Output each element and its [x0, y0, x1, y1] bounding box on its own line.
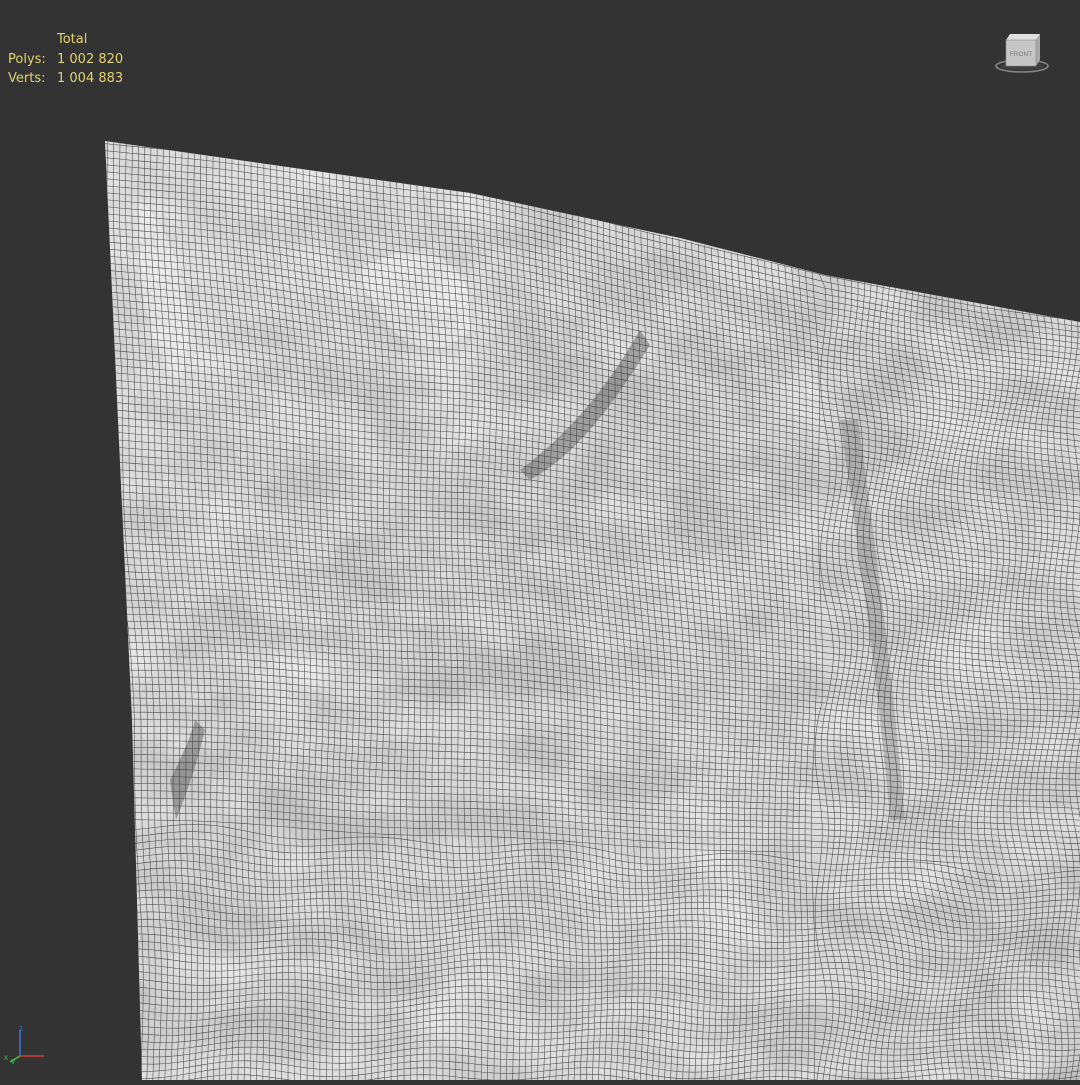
viewcube-icon[interactable]: FRONT — [994, 30, 1050, 76]
mesh-surface[interactable] — [0, 0, 1080, 1080]
stats-overlay: Total Polys:1 002 820 Verts:1 004 883 — [8, 30, 123, 89]
axis-tripod-icon: z x y — [2, 1024, 50, 1064]
axis-x-label: x — [4, 1053, 8, 1062]
polys-value: 1 002 820 — [57, 50, 123, 70]
viewcube-face-label: FRONT — [1010, 51, 1032, 58]
verts-value: 1 004 883 — [57, 69, 123, 89]
polys-label: Polys: — [8, 50, 57, 70]
stats-verts-row: Verts:1 004 883 — [8, 69, 123, 89]
3d-viewport[interactable]: Total Polys:1 002 820 Verts:1 004 883 FR… — [0, 0, 1080, 1080]
stats-header: Total — [8, 30, 123, 50]
axis-z-label: z — [19, 1024, 23, 1033]
verts-label: Verts: — [8, 69, 57, 89]
stats-polys-row: Polys:1 002 820 — [8, 50, 123, 70]
axis-y-label: y — [11, 1057, 15, 1064]
